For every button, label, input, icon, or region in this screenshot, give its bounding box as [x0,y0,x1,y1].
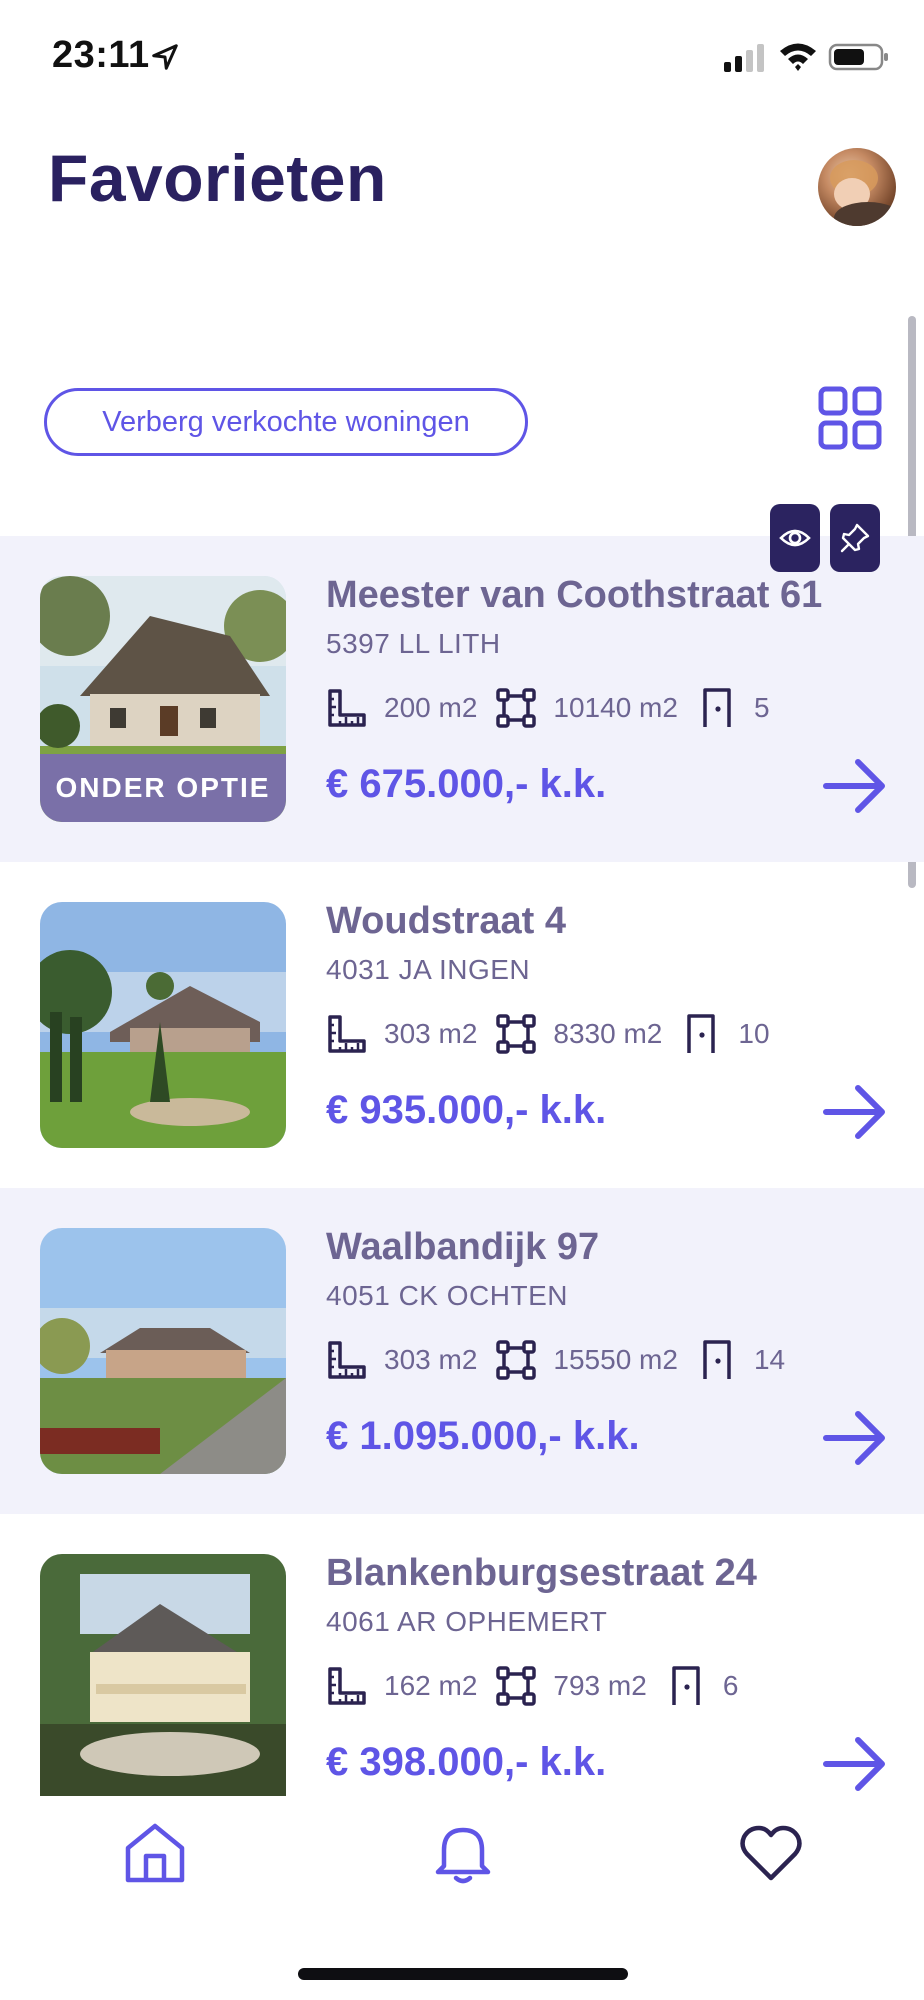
living-area: 303 m2 [384,1018,478,1049]
grid-view-icon[interactable] [818,386,882,450]
ruler-icon [328,1015,366,1053]
status-badge: ONDER OPTIE [40,754,286,822]
plot-area-icon [496,1666,537,1706]
listing-price: € 398.000,- k.k. [326,1740,607,1784]
listing-city: 4061 AR OPHEMERT [326,1606,608,1637]
listing-street: Meester van Coothstraat 61 [326,574,823,616]
bottom-navigation [0,1796,924,2000]
plot-area: 8330 m2 [553,1018,663,1049]
door-icon [703,688,731,727]
listing-street: Woudstraat 4 [326,900,567,942]
ruler-icon [328,689,366,727]
listing-city: 4051 CK OCHTEN [326,1280,568,1311]
pin-icon [840,523,870,553]
plot-area: 15550 m2 [553,1344,678,1375]
plot-area: 793 m2 [553,1670,647,1701]
ruler-icon [328,1667,366,1705]
listing-card[interactable]: Blankenburgsestraat 24 4061 AR OPHEMERT … [0,1514,924,1840]
heart-icon[interactable] [738,1820,804,1886]
room-count: 14 [753,1344,786,1375]
plot-area-icon [496,1014,537,1054]
show-button[interactable] [770,504,820,572]
plot-area: 10140 m2 [553,692,678,723]
status-time: 23:11 [52,34,150,76]
wifi-icon [780,43,816,71]
location-arrow-icon [152,44,178,70]
door-icon [687,1014,716,1053]
page-title: Favorieten [48,141,387,215]
listing-street: Blankenburgsestraat 24 [326,1552,757,1594]
living-area: 303 m2 [384,1344,478,1375]
house-photo-veranda [40,1554,286,1836]
living-area: 162 m2 [384,1670,478,1701]
room-count: 5 [753,692,770,723]
plot-area-icon [496,1340,537,1380]
house-photo-farmhouse [40,1228,286,1474]
arrow-right-icon[interactable] [822,1732,886,1796]
listing-photo [40,1554,286,1836]
avatar-photo [830,160,896,226]
hide-sold-homes-button[interactable]: Verberg verkochte woningen [44,388,528,456]
listing-specs: 200 m2 10140 m2 5 [326,686,788,730]
pin-button[interactable] [830,504,880,572]
arrow-right-icon[interactable] [822,754,886,818]
listing-city: 4031 JA INGEN [326,954,531,985]
arrow-right-icon[interactable] [822,1080,886,1144]
listing-photo [40,1228,286,1474]
ruler-icon [328,1341,366,1379]
listing-photo: ONDER OPTIE [40,576,286,822]
listing-price: € 675.000,- k.k. [326,762,607,806]
listing-card[interactable]: ONDER OPTIE Meester van Coothstraat 61 5… [0,536,924,862]
user-avatar[interactable] [818,148,896,226]
listing-price: € 935.000,- k.k. [326,1088,607,1132]
listing-specs: 303 m2 8330 m2 10 [326,1012,788,1056]
listing-street: Waalbandijk 97 [326,1226,600,1268]
listing-photo [40,902,286,1148]
door-icon [703,1340,731,1379]
door-icon [672,1666,700,1705]
arrow-right-icon[interactable] [822,1406,886,1470]
home-icon[interactable] [122,1820,188,1886]
living-area: 200 m2 [384,692,478,723]
listing-card[interactable]: Woudstraat 4 4031 JA INGEN 303 m2 8330 m… [0,862,924,1188]
listing-card[interactable]: Waalbandijk 97 4051 CK OCHTEN 303 m2 155… [0,1188,924,1514]
house-photo-villa [40,902,286,1148]
status-bar: 23:11 [0,0,924,112]
bell-icon[interactable] [430,1820,496,1886]
plot-area-icon [496,688,537,728]
listing-specs: 162 m2 793 m2 6 [326,1664,756,1708]
eye-icon [779,529,811,547]
listing-city: 5397 LL LITH [326,628,501,659]
listing-specs: 303 m2 15550 m2 14 [326,1338,803,1382]
home-indicator[interactable] [298,1968,628,1980]
room-count: 10 [738,1018,770,1049]
room-count: 6 [722,1670,739,1701]
listing-price: € 1.095.000,- k.k. [326,1414,640,1458]
cellular-signal-icon [724,44,764,72]
battery-icon [828,43,888,71]
